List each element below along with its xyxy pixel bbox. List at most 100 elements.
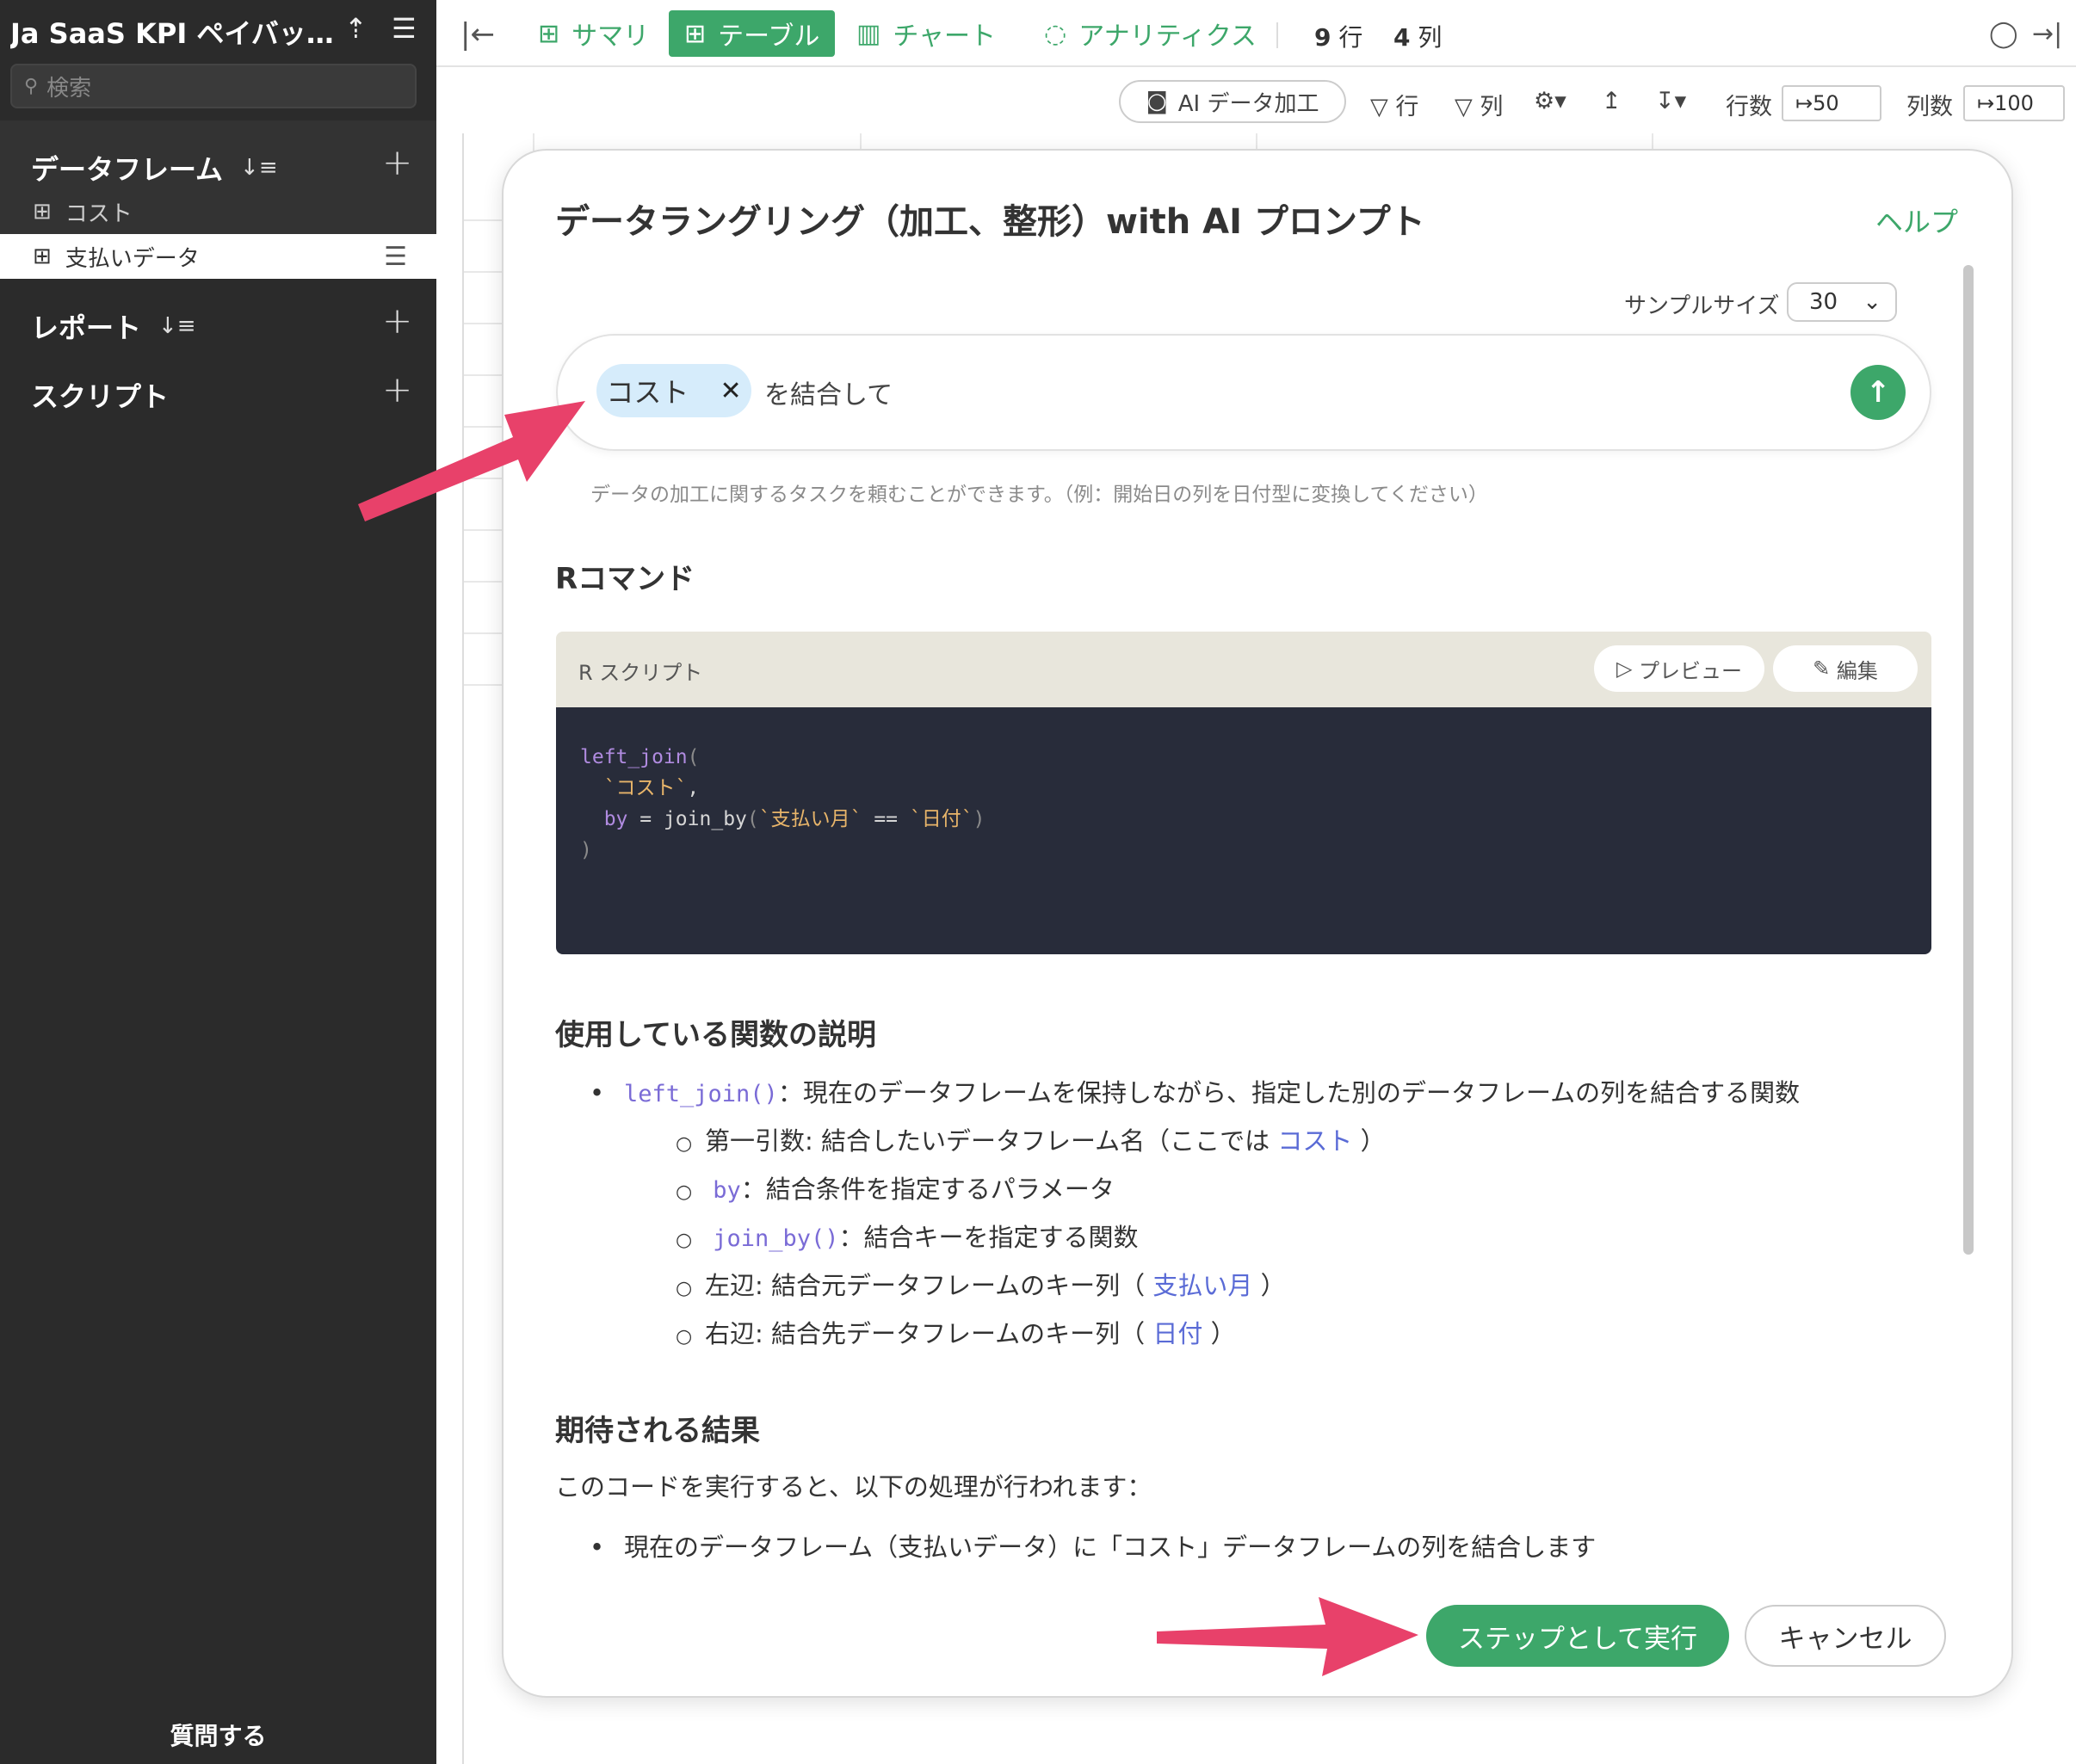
filter-columns-button[interactable]: ▽ 列 xyxy=(1455,88,1503,121)
sort-icon[interactable]: ↓≡ xyxy=(158,313,196,339)
send-button[interactable]: ↑ xyxy=(1850,365,1906,420)
tab-analytics-label: アナリティクス xyxy=(1078,22,1257,52)
filter-icon: ▽ xyxy=(1370,94,1388,120)
arrow-right-icon: ↦ xyxy=(1795,91,1813,115)
search-icon: ⚲ xyxy=(24,75,39,97)
grid-icon: ⊞ xyxy=(538,18,560,49)
cols-label: 列数 xyxy=(1906,94,1953,120)
section-dataframe[interactable]: データフレーム ↓≡ xyxy=(31,148,278,188)
list-item: ○ 右辺: 結合先データフレームのキー列（ 日付 ） xyxy=(676,1319,1236,1348)
lightbulb-icon: ◌ xyxy=(1044,18,1067,49)
edit-icon: ✎ xyxy=(1813,657,1837,681)
sample-size-label: サンプルサイズ xyxy=(1624,293,1780,319)
list-item: • 現在のデータフレーム（支払いデータ）に「コスト」データフレームの列を結合します xyxy=(590,1533,1597,1562)
scrollbar[interactable] xyxy=(1963,265,1974,1255)
code-block[interactable]: left_join( `コスト`, by = join_by(`支払い月` ==… xyxy=(556,707,1931,954)
edit-button[interactable]: ✎ 編集 xyxy=(1773,645,1918,692)
list-item: ○ join_by()：結合キーを指定する関数 xyxy=(676,1223,1139,1252)
chevron-down-icon: ⌄ xyxy=(1863,289,1881,315)
sidebar-item-label: 支払いデータ xyxy=(65,245,200,272)
divider xyxy=(1276,22,1278,48)
ask-question-button[interactable]: 質問する xyxy=(0,1718,436,1752)
arrow-up-icon: ↑ xyxy=(1865,375,1891,410)
sidebar-item-payment-data[interactable]: ⊞ 支払いデータ ☰ xyxy=(0,234,436,279)
cancel-button[interactable]: キャンセル xyxy=(1745,1605,1946,1667)
ai-button-label: AI データ加工 xyxy=(1177,90,1319,117)
section-script-label: スクリプト xyxy=(31,380,170,413)
arrow-right-icon: ↦ xyxy=(1977,91,1995,115)
download-icon: ↧ xyxy=(1655,88,1675,114)
comment-icon[interactable]: ◯ xyxy=(1989,19,2018,49)
sample-size-select[interactable]: 30 ⌄ xyxy=(1787,282,1897,322)
add-report-button[interactable]: + xyxy=(382,299,412,342)
search-placeholder: 検索 xyxy=(46,75,92,102)
tab-table-label: テーブル xyxy=(718,22,820,52)
close-icon[interactable]: ✕ xyxy=(720,376,741,406)
caret-down-icon: ▾ xyxy=(1674,88,1687,114)
table-icon: ⊞ xyxy=(684,18,707,49)
item-menu-icon[interactable]: ☰ xyxy=(384,242,407,272)
hamburger-icon[interactable]: ☰ xyxy=(392,12,417,45)
settings-dropdown[interactable]: ⚙▾ xyxy=(1534,88,1566,114)
table-toolbar: ◙ AI データ加工 ▽ 行 ▽ 列 ⚙▾ ↥ ↧▾ 行数 ↦ 50 列数 ↦ … xyxy=(436,69,2076,136)
filter-rows-button[interactable]: ▽ 行 xyxy=(1370,88,1418,121)
ai-wrangling-dialog: データラングリング（加工、整形）with AI プロンプト ヘルプ サンプルサイ… xyxy=(502,149,2013,1698)
table-icon: ⊞ xyxy=(33,199,52,225)
sidebar-item-label: コスト xyxy=(65,200,133,227)
list-item: ○ by：結合条件を指定するパラメータ xyxy=(676,1175,1115,1204)
code-label: R スクリプト xyxy=(578,661,703,685)
sidebar-item-cost[interactable]: ⊞ コスト xyxy=(0,189,436,234)
search-input[interactable]: ⚲ 検索 xyxy=(10,64,417,108)
robot-icon: ◙ xyxy=(1146,89,1168,114)
caret-down-icon: ▾ xyxy=(1554,88,1566,114)
run-as-step-button[interactable]: ステップとして実行 xyxy=(1426,1605,1729,1667)
tab-chart-label: チャート xyxy=(893,22,997,52)
sort-icon[interactable]: ↓≡ xyxy=(240,155,278,181)
rows-label: 行数 xyxy=(1726,94,1772,120)
tab-summary[interactable]: ⊞ サマリ xyxy=(522,10,664,57)
section-report-label: レポート xyxy=(31,311,142,344)
chip-label: コスト xyxy=(606,376,689,409)
prompt-input[interactable]: コスト ✕ を結合して ↑ xyxy=(556,334,1931,451)
prompt-hint: データの加工に関するタスクを頼むことができます。（例：開始日の列を日付型に変換し… xyxy=(590,484,1488,506)
add-dataframe-button[interactable]: + xyxy=(382,141,412,183)
download-dropdown[interactable]: ↧▾ xyxy=(1655,88,1686,114)
upload-icon[interactable]: ⇡ xyxy=(344,12,368,45)
topbar: |← ⊞ サマリ ⊞ テーブル ▥ チャート ◌ アナリティクス 9 行 4 列… xyxy=(436,0,2076,67)
ai-data-wrangling-button[interactable]: ◙ AI データ加工 xyxy=(1119,80,1346,123)
help-link[interactable]: ヘルプ xyxy=(1875,200,1958,240)
rows-limit-input[interactable]: ↦ 50 xyxy=(1782,85,1881,121)
row-count: 9 行 xyxy=(1314,23,1363,52)
section-script[interactable]: スクリプト xyxy=(31,375,169,415)
gear-icon: ⚙ xyxy=(1534,88,1555,114)
sidebar: Ja SaaS KPI ペイバック… ⇡ ☰ ⚲ 検索 データフレーム ↓≡ +… xyxy=(0,0,436,1764)
list-item: • left_join()：現在のデータフレームを保持しながら、指定した別のデータ… xyxy=(590,1078,1801,1107)
play-icon: ▷ xyxy=(1616,657,1640,681)
table-icon: ⊞ xyxy=(33,244,52,269)
tab-analytics[interactable]: ◌ アナリティクス xyxy=(1029,10,1272,57)
cols-limit-input[interactable]: ↦ 100 xyxy=(1963,85,2065,121)
collapse-right-icon[interactable]: →| xyxy=(2032,19,2062,49)
scrollbar-thumb[interactable] xyxy=(1963,265,1974,1255)
expected-result-heading: 期待される結果 xyxy=(555,1414,760,1448)
r-command-heading: Rコマンド xyxy=(555,562,695,596)
prompt-text[interactable]: を結合して xyxy=(764,373,893,411)
tab-summary-label: サマリ xyxy=(572,22,650,52)
dialog-title: データラングリング（加工、整形）with AI プロンプト xyxy=(555,202,1425,242)
column-count: 4 列 xyxy=(1393,23,1443,52)
section-report[interactable]: レポート ↓≡ xyxy=(31,306,196,346)
add-script-button[interactable]: + xyxy=(382,368,412,410)
section-dataframe-label: データフレーム xyxy=(31,153,224,186)
list-item: ○ 左辺: 結合元データフレームのキー列（ 支払い月 ） xyxy=(676,1271,1286,1300)
preview-button[interactable]: ▷ プレビュー xyxy=(1594,645,1764,692)
tab-chart[interactable]: ▥ チャート xyxy=(841,10,1011,57)
upload-icon[interactable]: ↥ xyxy=(1602,88,1622,114)
tab-table[interactable]: ⊞ テーブル xyxy=(669,10,836,57)
list-item: ○ 第一引数: 結合したいデータフレーム名（ここでは コスト ） xyxy=(676,1126,1386,1156)
bar-chart-icon: ▥ xyxy=(856,18,881,49)
project-title[interactable]: Ja SaaS KPI ペイバック… xyxy=(10,12,350,52)
collapse-sidebar-icon[interactable]: |← xyxy=(460,17,495,52)
function-explanation-heading: 使用している関数の説明 xyxy=(555,1018,876,1052)
code-header: R スクリプト ▷ プレビュー ✎ 編集 xyxy=(556,632,1931,707)
dataframe-chip[interactable]: コスト ✕ xyxy=(596,364,751,417)
